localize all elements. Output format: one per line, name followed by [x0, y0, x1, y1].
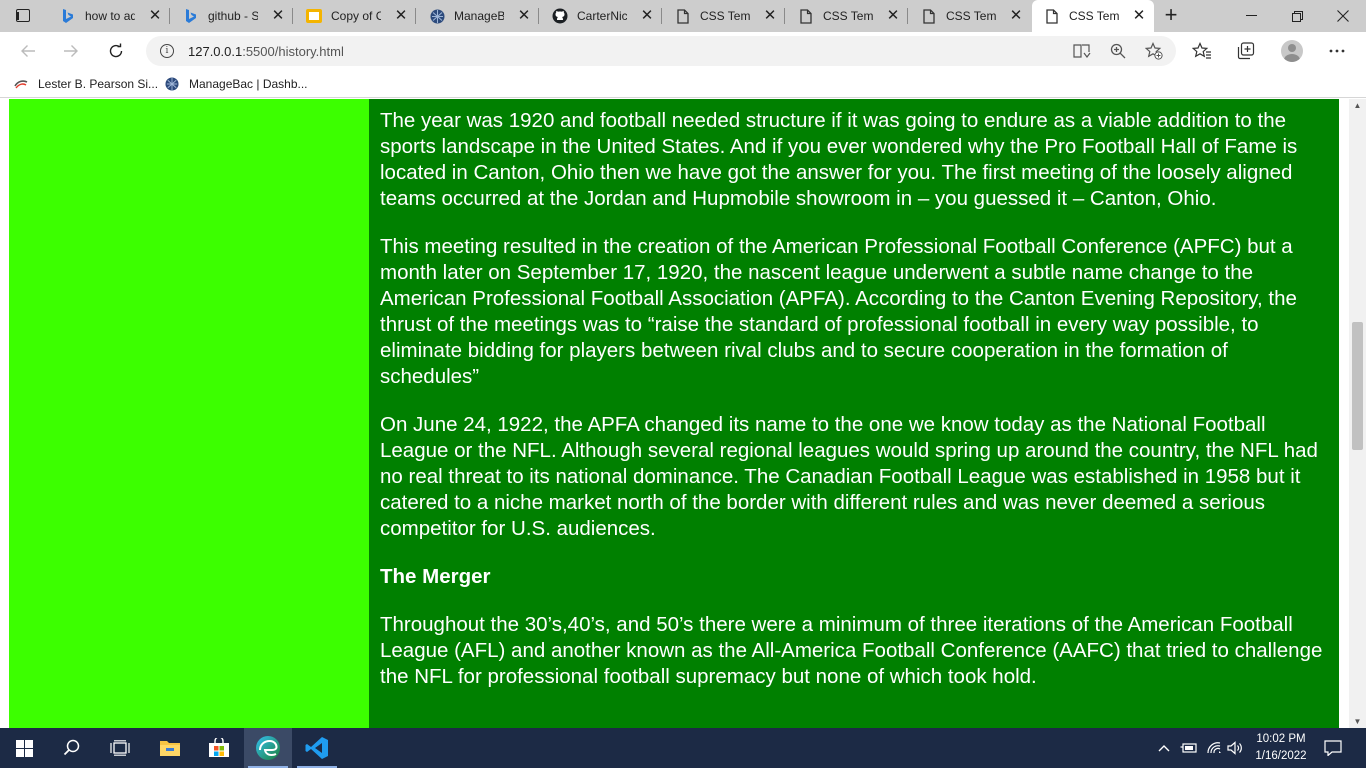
favorites-icon[interactable]	[1191, 40, 1213, 62]
clock-time: 10:02 PM	[1256, 733, 1306, 745]
store-icon[interactable]	[195, 728, 243, 768]
vscode-icon[interactable]	[293, 728, 341, 768]
slides-icon	[306, 8, 322, 24]
refresh-button[interactable]	[102, 38, 130, 64]
tab-8[interactable]: CSS Templ ✕	[909, 0, 1031, 32]
page-icon	[921, 8, 937, 24]
close-icon[interactable]: ✕	[640, 8, 654, 23]
history-paragraph-1: The year was 1920 and football needed st…	[380, 109, 1298, 210]
url-text[interactable]: 127.0.0.1:5500/history.html	[188, 44, 344, 59]
merger-heading: The Merger	[380, 565, 491, 588]
url-host: 127.0.0.1	[188, 44, 243, 59]
collections-icon[interactable]	[1235, 40, 1257, 62]
scroll-thumb[interactable]	[1352, 322, 1363, 450]
chevron-up-icon[interactable]	[1156, 728, 1172, 768]
tab-title: CarterNick	[577, 9, 627, 23]
scroll-down-arrow[interactable]: ▼	[1349, 715, 1366, 729]
tab-title: CSS Templ	[700, 9, 750, 23]
tab-actions-icon[interactable]	[16, 9, 30, 22]
page-viewport: The year was 1920 and football needed st…	[0, 99, 1366, 729]
page-icon	[1044, 8, 1060, 24]
edge-icon[interactable]	[244, 728, 292, 768]
url-path: :5500/history.html	[242, 44, 344, 59]
new-tab-button[interactable]: +	[1158, 4, 1184, 28]
close-icon[interactable]: ✕	[394, 8, 408, 23]
info-icon[interactable]: i	[160, 44, 174, 58]
restore-button[interactable]	[1274, 0, 1320, 32]
scroll-up-arrow[interactable]: ▲	[1349, 99, 1366, 113]
start-button[interactable]	[0, 728, 48, 768]
tab-5[interactable]: CarterNick ✕	[540, 0, 662, 32]
page-icon	[798, 8, 814, 24]
minimize-button[interactable]	[1228, 0, 1274, 32]
github-icon	[552, 8, 568, 24]
tab-title: Copy of Cr	[331, 9, 381, 23]
close-icon[interactable]: ✕	[763, 8, 777, 23]
tab-title: ManageBac	[454, 9, 504, 23]
tab-6[interactable]: CSS Templ ✕	[663, 0, 785, 32]
immersive-reader-icon[interactable]	[1072, 42, 1092, 60]
system-clock[interactable]: 10:02 PM 1/16/2022	[1248, 731, 1314, 765]
search-button[interactable]	[48, 728, 96, 768]
profile-avatar[interactable]	[1281, 40, 1303, 62]
history-paragraph-2: This meeting resulted in the creation of…	[380, 235, 1297, 388]
favorite-managebac[interactable]: ManageBac | Dashb...	[165, 76, 308, 92]
battery-icon[interactable]	[1179, 728, 1199, 768]
taskbar: 10:02 PM 1/16/2022	[0, 728, 1366, 768]
tab-active[interactable]: CSS Templ ✕	[1032, 0, 1154, 32]
tab-title: CSS Templ	[823, 9, 873, 23]
bing-icon	[183, 8, 199, 24]
add-favorite-icon[interactable]	[1144, 42, 1164, 60]
tab-2[interactable]: github - Se ✕	[171, 0, 293, 32]
zoom-icon[interactable]	[1108, 42, 1128, 60]
tab-4[interactable]: ManageBac ✕	[417, 0, 539, 32]
close-icon[interactable]: ✕	[1132, 8, 1146, 23]
tab-strip: how to add ✕ github - Se ✕ Copy of Cr ✕ …	[0, 0, 1366, 32]
back-button[interactable]	[14, 38, 42, 64]
more-options-icon[interactable]	[1326, 40, 1348, 62]
tab-1[interactable]: how to add ✕	[48, 0, 170, 32]
favorite-label: Lester B. Pearson Si...	[38, 77, 159, 91]
managebac-icon	[429, 8, 445, 24]
tab-title: CSS Templ	[946, 9, 996, 23]
address-bar[interactable]: i 127.0.0.1:5500/history.html	[146, 36, 1176, 66]
tab-title: CSS Templ	[1069, 9, 1119, 23]
tab-title: github - Se	[208, 9, 258, 23]
content-column: The year was 1920 and football needed st…	[369, 99, 1339, 729]
tab-title: how to add	[85, 9, 135, 23]
favorites-bar: Lester B. Pearson Si... ManageBac | Dash…	[0, 70, 1366, 98]
notification-icon[interactable]	[1320, 728, 1346, 768]
clock-date: 1/16/2022	[1255, 750, 1307, 762]
wifi-icon[interactable]	[1204, 728, 1224, 768]
close-icon[interactable]: ✕	[517, 8, 531, 23]
managebac-icon	[165, 77, 179, 91]
bing-icon	[60, 8, 76, 24]
close-icon[interactable]: ✕	[1009, 8, 1023, 23]
page-icon	[675, 8, 691, 24]
close-icon[interactable]: ✕	[148, 8, 162, 23]
file-explorer-icon[interactable]	[146, 728, 194, 768]
favorite-pearson[interactable]: Lester B. Pearson Si...	[14, 76, 158, 92]
sidebar-column	[9, 99, 369, 729]
history-paragraph-3: On June 24, 1922, the APFA changed its n…	[380, 413, 1318, 540]
tab-3[interactable]: Copy of Cr ✕	[294, 0, 416, 32]
page-scrollbar[interactable]: ▲ ▼	[1349, 99, 1366, 729]
merger-paragraph: Throughout the 30’s,40’s, and 50’s there…	[380, 613, 1323, 688]
task-view-button[interactable]	[96, 728, 144, 768]
close-icon[interactable]: ✕	[271, 8, 285, 23]
pearson-icon	[14, 77, 28, 91]
volume-icon[interactable]	[1226, 728, 1246, 768]
favorite-label: ManageBac | Dashb...	[189, 77, 308, 91]
close-window-button[interactable]	[1320, 0, 1366, 32]
forward-button[interactable]	[57, 38, 85, 64]
browser-toolbar: i 127.0.0.1:5500/history.html	[0, 32, 1366, 70]
close-icon[interactable]: ✕	[886, 8, 900, 23]
tab-7[interactable]: CSS Templ ✕	[786, 0, 908, 32]
